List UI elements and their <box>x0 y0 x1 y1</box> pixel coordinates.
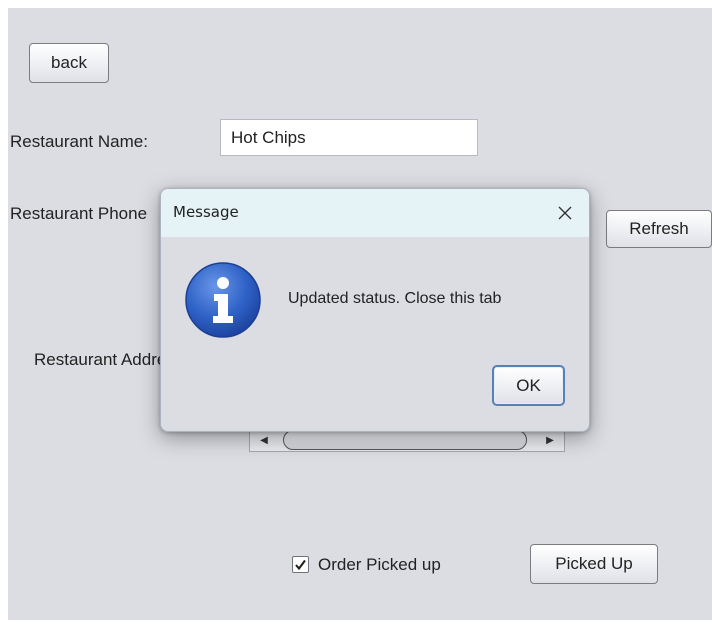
restaurant-phone-label: Restaurant Phone <box>10 204 148 223</box>
dialog-titlebar[interactable]: Message <box>161 189 589 237</box>
restaurant-name-value: Hot Chips <box>231 127 306 147</box>
close-icon[interactable] <box>553 201 577 225</box>
order-picked-up-checkbox[interactable] <box>292 556 309 573</box>
restaurant-name-input[interactable]: Hot Chips <box>220 119 478 156</box>
order-picked-up-label: Order Picked up <box>318 555 441 574</box>
refresh-button[interactable]: Refresh <box>606 210 712 248</box>
picked-up-button[interactable]: Picked Up <box>530 544 658 584</box>
scroll-right-icon[interactable]: ▶ <box>536 429 564 451</box>
back-button[interactable]: back <box>29 43 109 83</box>
ok-button[interactable]: OK <box>492 365 565 406</box>
dialog-title: Message <box>173 203 239 221</box>
dialog-message: Updated status. Close this tab <box>288 290 502 307</box>
checkmark-icon <box>295 559 306 571</box>
scroll-left-icon[interactable]: ◀ <box>250 429 278 451</box>
message-dialog: Message Updated status. Close this tab O… <box>160 188 590 432</box>
info-icon <box>185 262 261 338</box>
scroll-thumb[interactable] <box>283 430 527 450</box>
restaurant-name-label: Restaurant Name: <box>10 132 148 151</box>
